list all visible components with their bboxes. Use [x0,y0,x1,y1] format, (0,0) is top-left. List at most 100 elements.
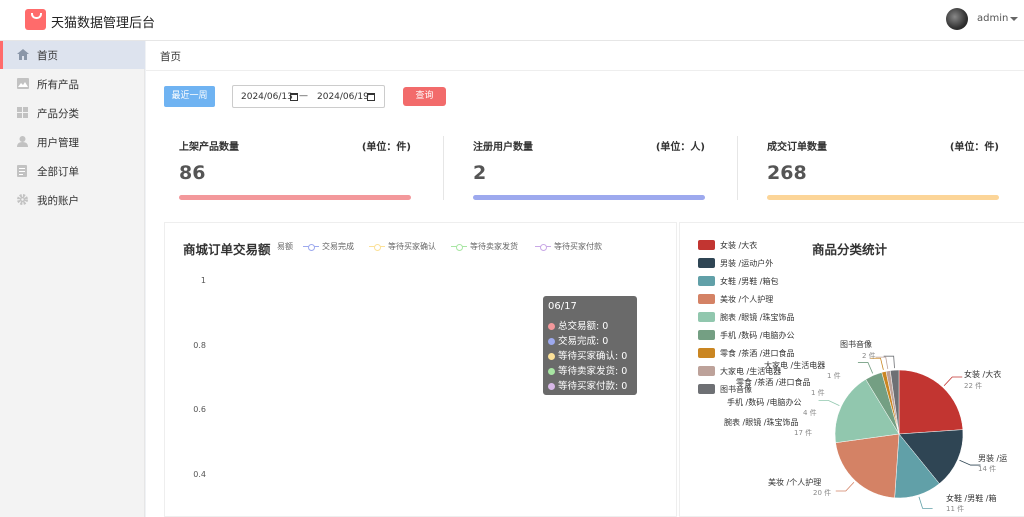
stat-card-products: 上架产品数量 (单位：件) 86 [179,137,419,207]
pie-count: 17 件 [794,429,813,437]
pie-label: 女鞋 /男鞋 /箱 [946,494,997,503]
pie-count: 2 件 [862,352,876,360]
tooltip-row: 交易完成: 0 [548,333,608,347]
pie-label: 手机 /数码 /电脑办公 [727,398,802,407]
pie-label: 大家电 /生活电器 [764,361,826,370]
legend-label: 等待卖家发货 [470,242,518,251]
pie-leader-line [943,376,963,387]
breadcrumb-bar: 首页 [146,41,1024,71]
top-bar: 天猫数据管理后台 admin [0,0,1024,41]
divider [443,136,444,200]
sidebar-item-label: 用户管理 [37,137,79,149]
image-icon [17,78,29,89]
grid-icon [17,107,28,118]
tooltip-row: 等待买家确认: 0 [548,348,627,362]
file-icon [17,165,28,177]
y-axis-tick: 0.8 [193,341,206,350]
pie-label: 美妆 /个人护理 [768,478,822,487]
sidebar-item-label: 所有产品 [37,79,79,91]
pie-count: 1 件 [811,389,825,397]
query-button[interactable]: 查询 [403,87,446,106]
divider [737,136,738,200]
start-date-input[interactable]: 2024/06/13 [241,92,293,102]
tooltip-row: 总交易额: 0 [548,318,608,332]
pie-leader-line [835,481,855,492]
sidebar-item-users[interactable]: 用户管理 [0,128,145,156]
tooltip-row: 等待卖家发货: 0 [548,363,627,377]
pie-count: 20 件 [813,489,832,497]
legend-overflow-text: 易额 [277,242,293,251]
calendar-icon[interactable] [290,93,298,101]
sidebar-item-label: 产品分类 [37,108,79,120]
sidebar-item-products[interactable]: 所有产品 [0,70,145,98]
pie-leader-line [918,496,933,509]
user-menu-name[interactable]: admin [977,13,1008,24]
pie-count: 11 件 [946,505,965,513]
legend-swatch [369,243,385,251]
stat-value: 86 [179,162,206,184]
sidebar-item-orders[interactable]: 全部订单 [0,157,145,185]
end-date-input[interactable]: 2024/06/19 [317,92,369,102]
legend-swatch [451,243,467,251]
dashboard-content: 最近一周 2024/06/13 — 2024/06/19 查询 上架产品数量 (… [146,71,1024,517]
date-range-picker: 2024/06/13 — 2024/06/19 [232,85,385,108]
legend-label: 等待买家确认 [388,242,436,251]
shopping-bag-logo-icon [25,9,46,30]
tooltip-row: 等待买家付款: 0 [548,378,627,392]
gear-icon [17,194,28,205]
stat-bar [767,195,999,200]
y-axis-tick: 0.4 [193,470,206,479]
app-title: 天猫数据管理后台 [51,16,156,31]
home-icon [17,49,29,60]
legend-item[interactable]: 等待买家确认 [369,241,436,252]
avatar[interactable] [946,8,968,30]
stat-unit: (单位：人) [655,142,705,153]
chart-tooltip: 06/17 总交易额: 0 交易完成: 0 等待买家确认: 0 等待卖家发货: … [543,296,637,395]
stat-value: 2 [473,162,487,184]
legend-swatch [303,243,319,251]
stat-unit: (单位：件) [949,142,999,153]
calendar-icon[interactable] [367,93,375,101]
date-separator: — [299,91,308,101]
user-icon [17,136,28,147]
pie-count: 1 件 [827,372,841,380]
legend-label: 交易完成 [322,242,354,251]
sidebar-item-account[interactable]: 我的账户 [0,186,145,214]
sidebar: 首页 所有产品 产品分类 用户管理 全部订单 我的账户 [0,41,145,517]
pie-leader-line [857,362,874,374]
stat-title: 上架产品数量 [179,142,239,153]
y-axis-tick: 0.6 [193,405,206,414]
sidebar-item-categories[interactable]: 产品分类 [0,99,145,127]
stat-title: 成交订单数量 [767,142,827,153]
pie-count: 4 件 [803,409,817,417]
chevron-down-icon[interactable] [1010,17,1018,21]
breadcrumb: 首页 [160,51,181,63]
stat-bar [179,195,411,200]
y-axis-tick: 1 [200,276,206,285]
pie-slice[interactable] [898,369,964,435]
legend-swatch [535,243,551,251]
sidebar-item-label: 我的账户 [37,195,79,207]
pie-label: 腕表 /眼镜 /珠宝饰品 [724,418,799,427]
legend-label: 等待买家付款 [554,242,602,251]
stat-bar [473,195,705,200]
sidebar-item-home[interactable]: 首页 [0,41,145,69]
pie-label: 图书音像 [840,340,872,349]
pie-leader-line [883,355,895,369]
pie-count: 22 件 [964,382,983,390]
pie-count: 14 件 [978,465,997,473]
pie-label: 零食 /茶酒 /进口食品 [736,378,811,387]
legend-item[interactable]: 交易完成 [303,241,354,252]
stat-unit: (单位：件) [361,142,411,153]
sidebar-item-label: 首页 [37,50,58,62]
stat-card-users: 注册用户数量 (单位：人) 2 [473,137,713,207]
sidebar-item-label: 全部订单 [37,166,79,178]
legend-item[interactable]: 等待卖家发货 [451,241,518,252]
order-chart-title: 商城订单交易额 [183,242,271,257]
recent-week-button[interactable]: 最近一周 [164,86,215,107]
stat-card-orders: 成交订单数量 (单位：件) 268 [767,137,1007,207]
legend-item[interactable]: 等待买家付款 [535,241,602,252]
stat-title: 注册用户数量 [473,142,533,153]
pie-slice[interactable] [835,433,900,499]
pie-label: 女装 /大衣 [964,370,1002,379]
